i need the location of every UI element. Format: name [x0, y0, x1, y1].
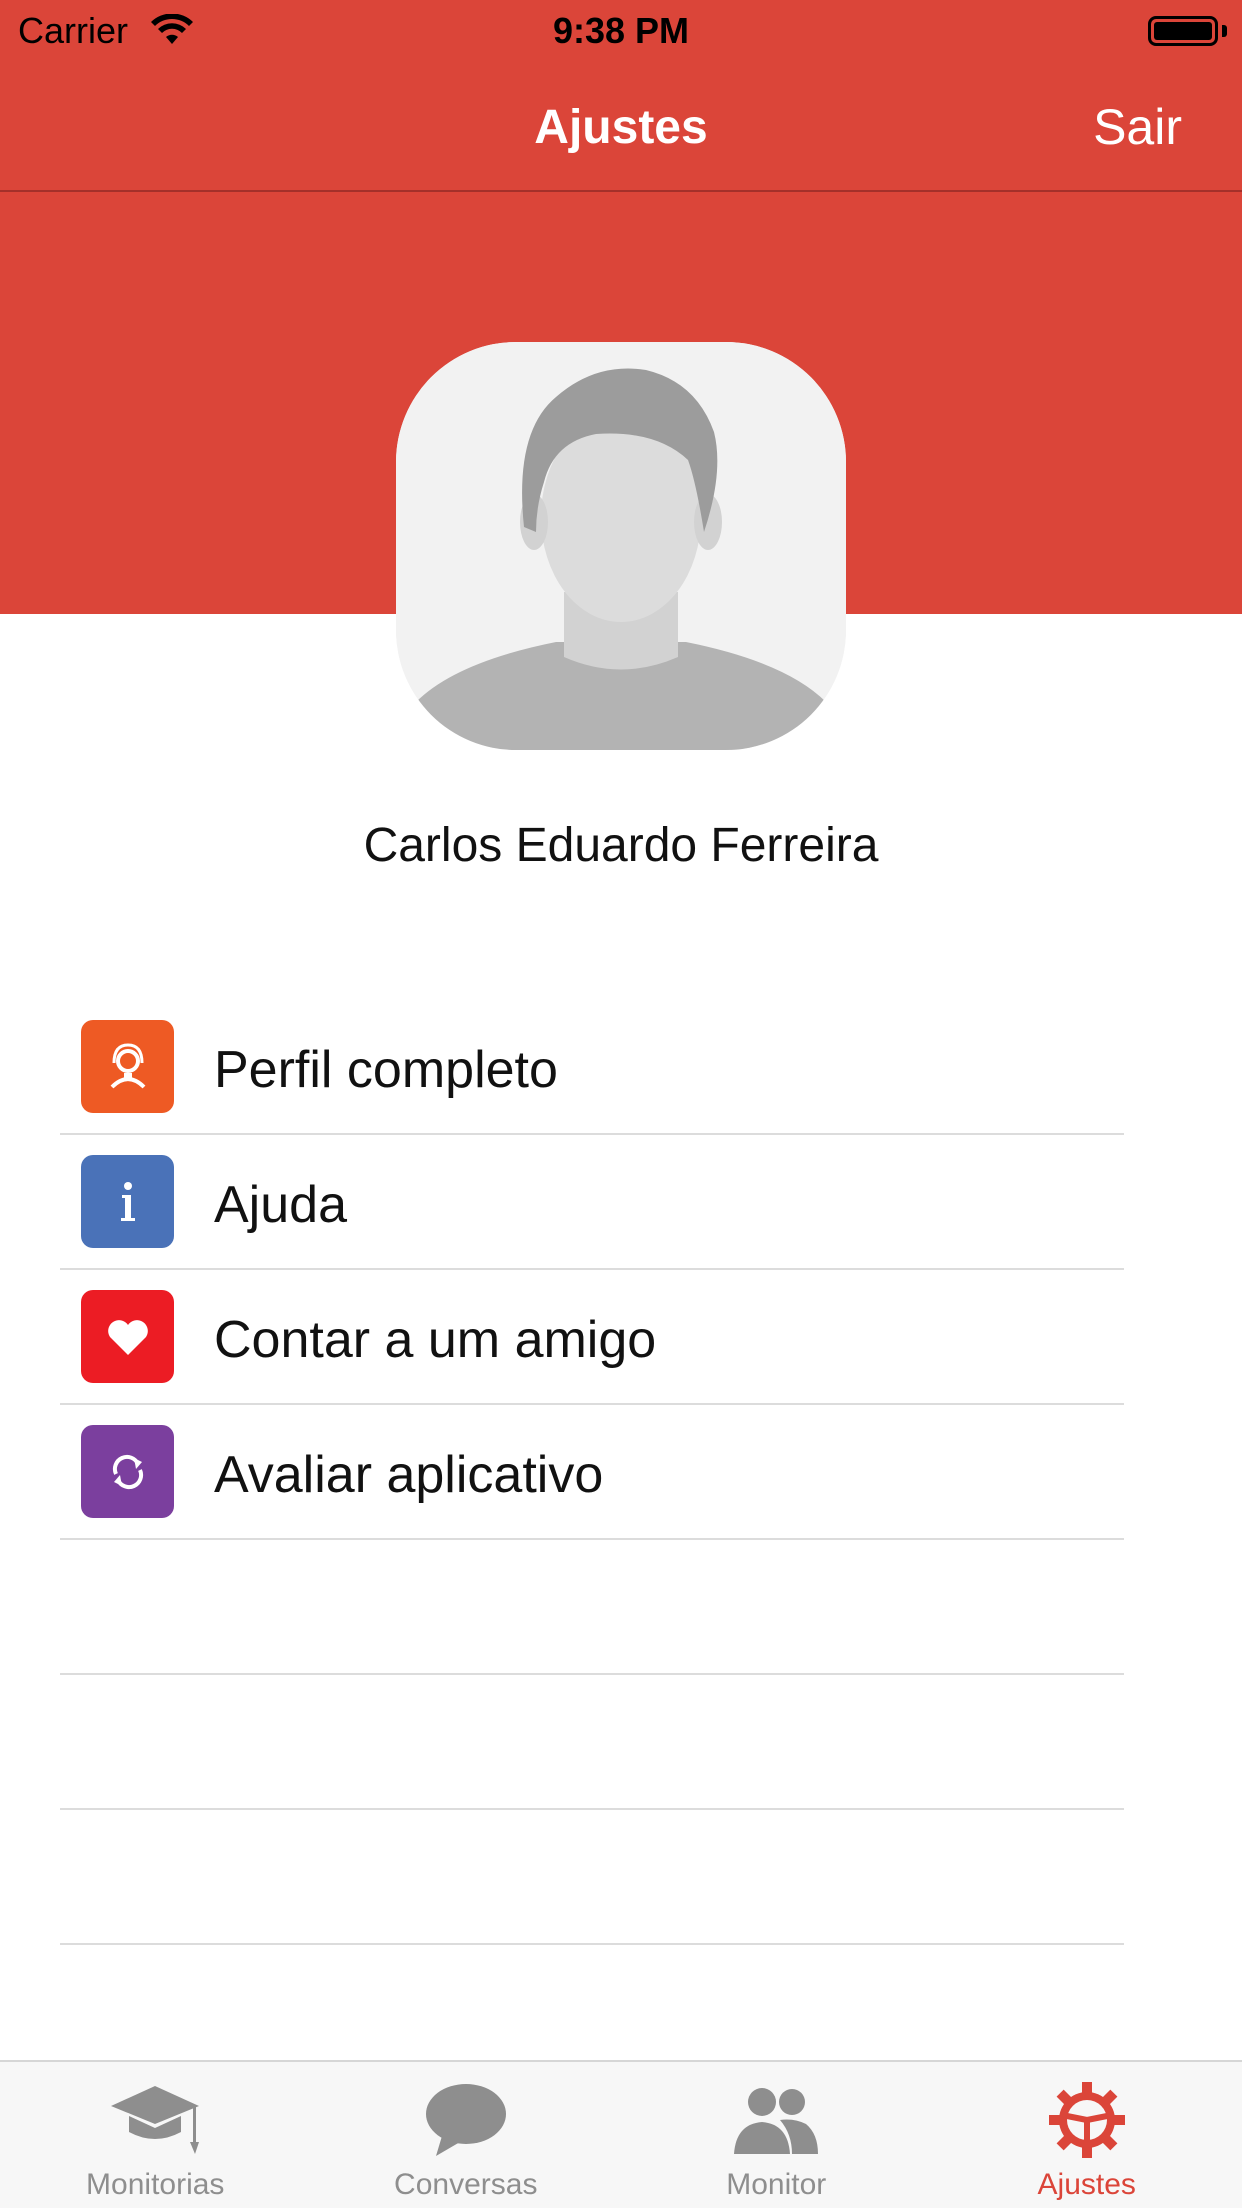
status-time: 9:38 PM	[552, 10, 690, 51]
menu-item-label: Ajuda	[214, 1176, 347, 1234]
battery-icon	[1148, 16, 1218, 46]
status-bar: Carrier 9:38 PM	[0, 0, 1242, 60]
tab-monitorias[interactable]: Monitorias	[0, 2062, 311, 2208]
person-headset-icon	[81, 1020, 174, 1113]
menu-item-full-profile[interactable]: Perfil completo	[60, 1000, 1124, 1135]
empty-row	[60, 1675, 1124, 1810]
tab-label: Monitor	[726, 2168, 827, 2201]
tab-monitor[interactable]: Monitor	[621, 2062, 932, 2208]
avatar[interactable]	[396, 342, 846, 750]
tab-ajustes[interactable]: Ajustes	[932, 2062, 1242, 2208]
menu-item-label: Contar a um amigo	[214, 1311, 657, 1369]
tab-bar: Monitorias Conversas Monitor Ajustes	[0, 2060, 1242, 2208]
settings-screen: Carrier 9:38 PM Ajustes Sair Carlos Edua…	[0, 0, 1242, 2208]
tab-label: Ajustes	[1037, 2168, 1136, 2201]
menu-item-label: Perfil completo	[214, 1041, 558, 1099]
menu-item-tell-friend[interactable]: Contar a um amigo	[60, 1270, 1124, 1405]
tab-conversas[interactable]: Conversas	[311, 2062, 622, 2208]
menu-item-help[interactable]: Ajuda	[60, 1135, 1124, 1270]
tab-label: Monitorias	[86, 2168, 225, 2201]
user-name: Carlos Eduardo Ferreira	[363, 819, 879, 872]
battery-tip	[1222, 25, 1227, 37]
empty-row	[60, 1810, 1124, 1945]
chat-bubble-icon	[420, 2080, 512, 2160]
menu-item-rate-app[interactable]: Avaliar aplicativo	[60, 1405, 1124, 1540]
gear-icon	[1041, 2080, 1133, 2160]
navigation-bar: Ajustes Sair	[0, 60, 1242, 192]
empty-row	[60, 1540, 1124, 1675]
info-icon	[81, 1155, 174, 1248]
logout-button[interactable]: Sair	[1093, 98, 1182, 156]
tab-label: Conversas	[394, 2168, 538, 2201]
graduation-cap-icon	[109, 2080, 201, 2160]
people-icon	[730, 2080, 822, 2160]
refresh-icon	[81, 1425, 174, 1518]
heart-icon	[81, 1290, 174, 1383]
settings-menu: Perfil completo Ajuda Contar a um amigo …	[60, 1000, 1124, 1945]
page-title: Ajustes	[534, 101, 708, 154]
menu-item-label: Avaliar aplicativo	[214, 1446, 604, 1504]
